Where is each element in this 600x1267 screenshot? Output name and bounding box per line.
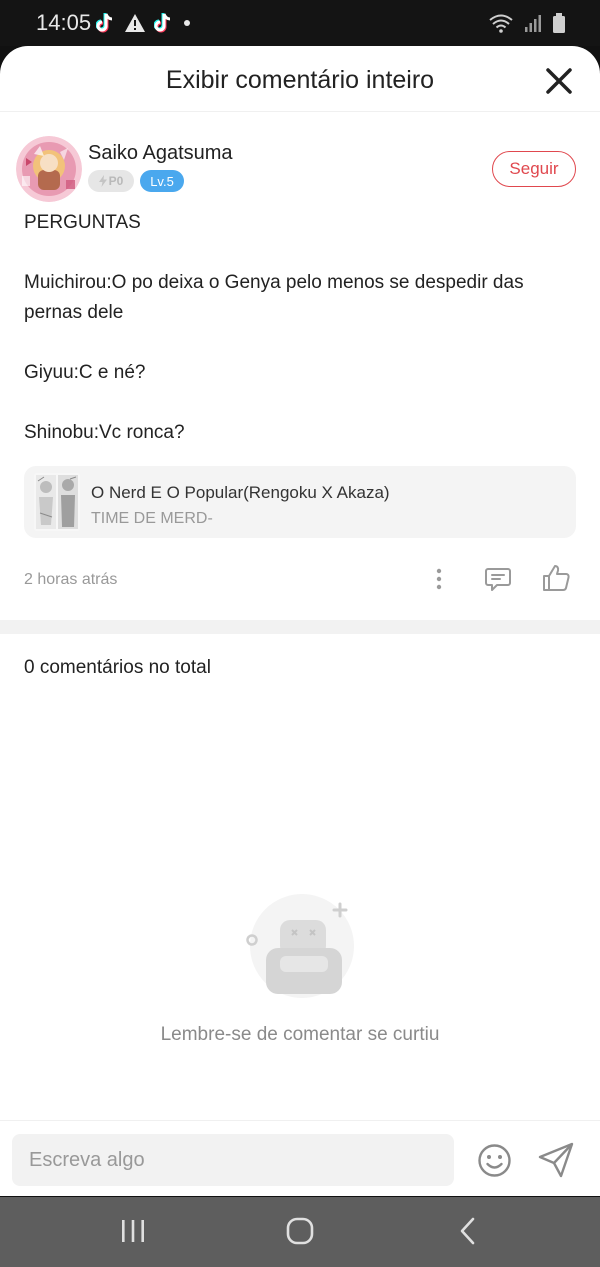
author-name[interactable]: Saiko Agatsuma: [88, 142, 233, 165]
battery-icon: [553, 13, 565, 33]
status-bar: 14:05: [0, 0, 600, 46]
send-icon[interactable]: [537, 1142, 575, 1178]
points-badge: P0: [88, 170, 134, 192]
bolt-icon: [98, 175, 107, 187]
warning-icon: [125, 14, 145, 32]
comment-text: PERGUNTAS Muichirou:O po deixa o Genya p…: [24, 208, 574, 448]
tiktok-icon: [154, 13, 171, 33]
system-status-icons: [488, 11, 566, 35]
status-time: 14:05: [36, 10, 92, 35]
thumbs-up-icon[interactable]: [541, 563, 571, 593]
book-cover: [34, 473, 80, 531]
timestamp: 2 horas atrás: [24, 571, 118, 588]
follow-button[interactable]: Seguir: [492, 151, 576, 187]
section-divider: [0, 620, 600, 634]
more-vertical-icon[interactable]: [428, 566, 450, 592]
book-title: O Nerd E O Popular(Rengoku X Akaza): [91, 483, 390, 502]
dot-icon: [184, 20, 190, 26]
comment-line: Giyuu:C e né?: [24, 362, 146, 383]
system-nav-bar: [0, 1197, 600, 1267]
comment-line: pernas dele: [24, 302, 124, 323]
comment-heading: PERGUNTAS: [24, 212, 141, 233]
back-icon[interactable]: [456, 1216, 480, 1246]
notification-icons: [96, 10, 192, 36]
page-title: Exibir comentário inteiro: [165, 66, 435, 94]
comment-composer: [0, 1120, 600, 1196]
signal-icon: [525, 15, 541, 32]
comment-line: Shinobu:Vc ronca?: [24, 422, 185, 443]
linked-book-card[interactable]: O Nerd E O Popular(Rengoku X Akaza) TIME…: [24, 466, 576, 538]
comment-input[interactable]: [12, 1134, 454, 1186]
level-badge: Lv.5: [140, 170, 184, 192]
wifi-icon: [489, 14, 513, 33]
book-subtitle: TIME DE MERD-: [91, 510, 213, 527]
comment-meta-row: 2 horas atrás: [0, 560, 600, 600]
close-icon[interactable]: [544, 66, 574, 96]
comment-line: Muichirou:O po deixa o Genya pelo menos …: [24, 272, 524, 293]
comment-icon[interactable]: [484, 565, 512, 593]
author-row: Saiko Agatsuma P0 Lv.5 Seguir: [0, 132, 600, 202]
points-badge-label: P0: [108, 174, 124, 188]
comment-sheet: Exibir comentário inteiro Saiko Agatsuma…: [0, 46, 600, 1196]
avatar[interactable]: [16, 136, 82, 202]
empty-comments-message: Lembre-se de comentar se curtiu: [160, 1024, 440, 1045]
home-icon[interactable]: [285, 1216, 315, 1246]
sheet-header: Exibir comentário inteiro: [0, 46, 600, 112]
smiley-icon[interactable]: [477, 1143, 512, 1178]
recent-apps-icon[interactable]: [118, 1217, 148, 1245]
tiktok-icon: [96, 13, 113, 33]
comments-total: 0 comentários no total: [24, 657, 211, 678]
empty-comments-illustration: [246, 894, 354, 998]
